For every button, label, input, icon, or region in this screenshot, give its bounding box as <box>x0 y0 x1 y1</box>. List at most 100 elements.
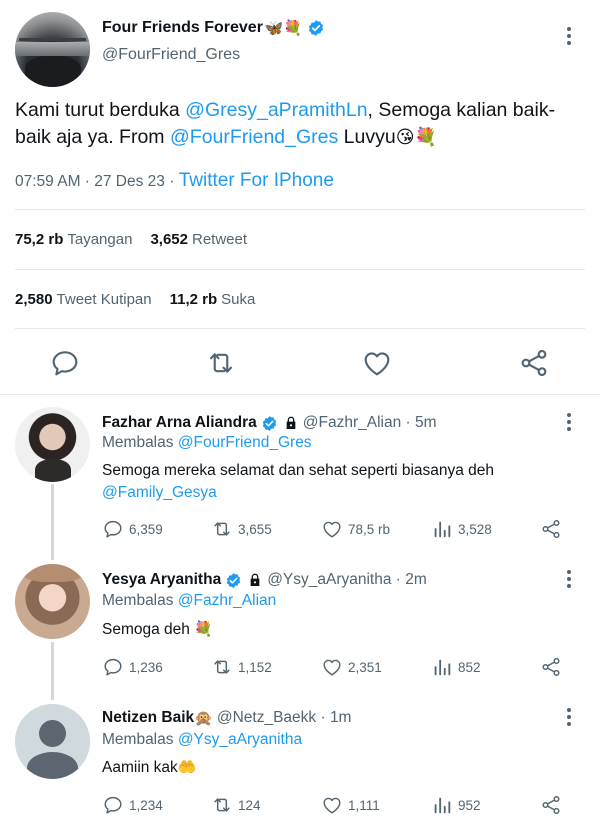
reply-count: 6,359 <box>129 521 163 537</box>
tweet-text-emoji: 😘💐 <box>395 127 437 148</box>
tweet-source[interactable]: Twitter For IPhone <box>179 170 334 191</box>
more-options-icon[interactable] <box>559 411 579 433</box>
reply-text-emoji: 🤲 <box>177 758 197 776</box>
reply-views-button[interactable]: 3,528 <box>431 518 492 540</box>
reply-share-button[interactable] <box>540 518 562 540</box>
reply-header: Fazhar Arna Aliandra @Fazhr_Alian · 5m <box>102 414 437 432</box>
lock-icon <box>286 416 296 429</box>
mention-gresy[interactable]: @Gresy_aPramithLn <box>185 99 367 121</box>
share-icon[interactable] <box>540 518 562 540</box>
retweet-count: 124 <box>238 797 261 813</box>
retweets-label[interactable]: Retweet <box>192 231 247 248</box>
reply-retweet-button[interactable]: 1,152 <box>211 656 272 678</box>
verified-badge-icon <box>262 415 276 431</box>
retweet-icon[interactable] <box>211 794 233 816</box>
replying-to-mention[interactable]: @Ysy_aAryanitha <box>178 731 302 748</box>
default-avatar-icon[interactable] <box>15 704 90 779</box>
reply-tweet[interactable]: Netizen Baik 🙊 @Netz_Baekk · 1m Membalas… <box>0 698 600 831</box>
quotes-label[interactable]: Tweet Kutipan <box>57 291 152 308</box>
reply-share-button[interactable] <box>540 656 562 678</box>
replying-label: Membalas <box>102 592 178 609</box>
reply-retweet-button[interactable]: 3,655 <box>211 518 272 540</box>
reply-author-avatar[interactable] <box>15 564 90 639</box>
replying-to-mention[interactable]: @FourFriend_Gres <box>178 434 312 451</box>
like-icon[interactable] <box>321 518 343 540</box>
reply-reply-button[interactable]: 1,234 <box>102 794 163 816</box>
reply-action-bar: 1,234 124 1,111 952 <box>102 794 572 818</box>
reply-text: Aamiin kak🤲 <box>102 756 572 779</box>
reply-author-handle[interactable]: @Ysy_aAryanitha · 2m <box>267 571 427 589</box>
tweet-timestamp[interactable]: 07:59 AM · 27 Des 23 · <box>15 173 179 190</box>
retweets-count[interactable]: 3,652 <box>150 231 188 248</box>
reply-tweet[interactable]: Fazhar Arna Aliandra @Fazhr_Alian · 5m M… <box>0 395 600 560</box>
share-icon[interactable] <box>518 347 550 379</box>
reply-views-button[interactable]: 852 <box>431 656 481 678</box>
reply-like-button[interactable]: 2,351 <box>321 656 382 678</box>
views-icon[interactable] <box>431 794 453 816</box>
retweet-count: 1,152 <box>238 659 272 675</box>
likes-label[interactable]: Suka <box>221 291 255 308</box>
reply-text: Semoga mereka selamat dan sehat seperti … <box>102 460 572 504</box>
more-options-icon[interactable] <box>559 568 579 590</box>
reply-author-name[interactable]: Fazhar Arna Aliandra <box>102 414 257 432</box>
tweet-meta: 07:59 AM · 27 Des 23 · Twitter For IPhon… <box>15 170 334 192</box>
replying-to: Membalas @Ysy_aAryanitha <box>102 731 302 749</box>
reply-icon[interactable] <box>49 347 81 379</box>
reply-icon[interactable] <box>102 794 124 816</box>
retweet-icon[interactable] <box>211 518 233 540</box>
like-icon[interactable] <box>321 656 343 678</box>
reply-count: 1,236 <box>129 659 163 675</box>
thread-line <box>51 484 54 560</box>
main-author-handle[interactable]: @FourFriend_Gres <box>102 46 240 64</box>
views-icon[interactable] <box>431 518 453 540</box>
reply-icon[interactable] <box>102 518 124 540</box>
more-options-icon[interactable] <box>559 25 579 47</box>
reply-header: Yesya Aryanitha @Ysy_aAryanitha · 2m <box>102 571 427 589</box>
tweet-text-part3: Luvyu <box>338 126 396 148</box>
reply-author-handle[interactable]: @Netz_Baekk · 1m <box>217 709 352 727</box>
reply-author-name[interactable]: Yesya Aryanitha <box>102 571 221 589</box>
reply-retweet-button[interactable]: 124 <box>211 794 261 816</box>
verified-badge-icon <box>227 572 241 588</box>
like-icon[interactable] <box>361 347 393 379</box>
share-icon[interactable] <box>540 656 562 678</box>
reply-tweet[interactable]: Yesya Aryanitha @Ysy_aAryanitha · 2m Mem… <box>0 558 600 700</box>
replying-to-mention[interactable]: @Fazhr_Alian <box>178 592 276 609</box>
reply-text: Semoga deh 💐 <box>102 618 572 641</box>
views-count: 3,528 <box>458 521 492 537</box>
share-icon[interactable] <box>540 794 562 816</box>
main-author-name[interactable]: Four Friends Forever 🦋💐 <box>102 19 325 37</box>
reply-icon[interactable] <box>102 656 124 678</box>
reply-author-avatar[interactable] <box>15 407 90 482</box>
like-icon[interactable] <box>321 794 343 816</box>
reply-reply-button[interactable]: 6,359 <box>102 518 163 540</box>
reply-author-handle[interactable]: @Fazhr_Alian · 5m <box>303 414 437 432</box>
reply-share-button[interactable] <box>540 794 562 816</box>
main-author-name-text[interactable]: Four Friends Forever <box>102 19 263 37</box>
retweet-icon[interactable] <box>211 656 233 678</box>
mention-fourfriend[interactable]: @FourFriend_Gres <box>170 126 338 148</box>
quotes-count[interactable]: 2,580 <box>15 291 53 308</box>
views-icon[interactable] <box>431 656 453 678</box>
reply-text-body: Semoga deh <box>102 621 195 638</box>
reply-views-button[interactable]: 952 <box>431 794 481 816</box>
views-label[interactable]: Tayangan <box>67 231 132 248</box>
more-options-icon[interactable] <box>559 706 579 728</box>
main-tweet: Four Friends Forever 🦋💐 @FourFriend_Gres… <box>0 0 600 394</box>
main-action-bar <box>0 345 600 381</box>
reply-author-name[interactable]: Netizen Baik <box>102 709 194 727</box>
reply-like-button[interactable]: 1,111 <box>321 794 380 816</box>
reply-reply-button[interactable]: 1,236 <box>102 656 163 678</box>
reply-text-mention[interactable]: @Family_Gesya <box>102 484 217 501</box>
divider <box>15 328 585 329</box>
main-author-avatar[interactable] <box>15 12 90 87</box>
likes-count[interactable]: 11,2 rb <box>170 291 218 308</box>
views-count[interactable]: 75,2 rb <box>15 231 63 248</box>
reply-text-body: Aamiin kak <box>102 759 178 776</box>
views-count: 852 <box>458 659 481 675</box>
retweet-icon[interactable] <box>205 347 237 379</box>
reply-text-emoji: 💐 <box>194 620 213 638</box>
reply-like-button[interactable]: 78,5 rb <box>321 518 390 540</box>
like-count: 78,5 rb <box>348 521 391 537</box>
replying-to: Membalas @FourFriend_Gres <box>102 434 312 452</box>
